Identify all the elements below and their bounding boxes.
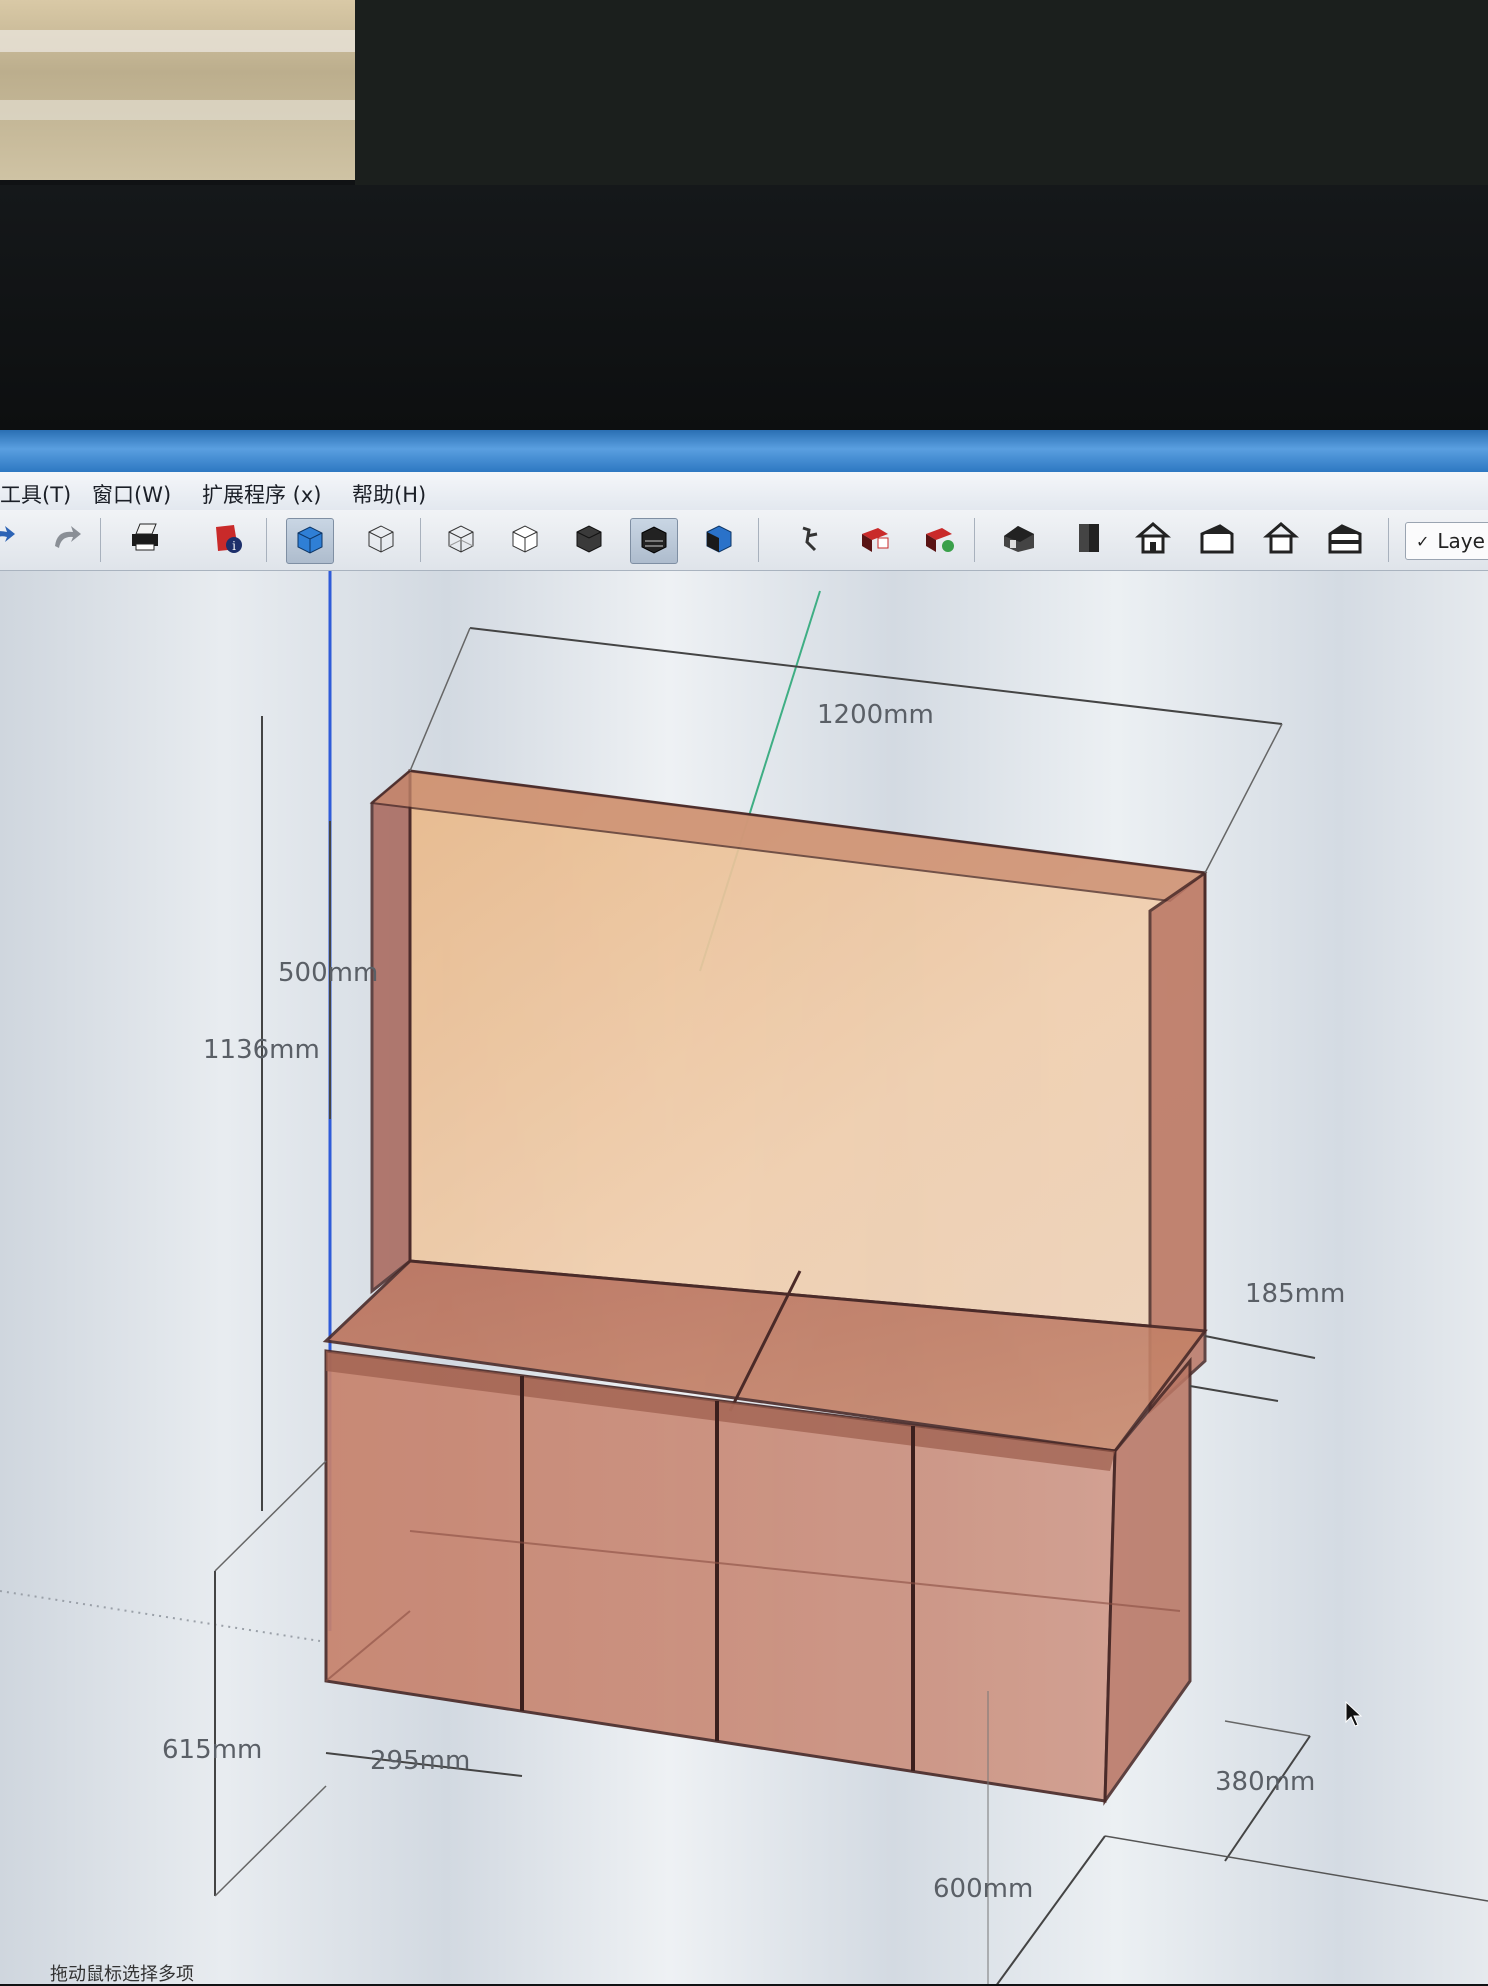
back-edges-style-button[interactable] bbox=[358, 518, 404, 562]
dimension-label-bottom-depth: 380mm bbox=[1215, 1767, 1315, 1797]
toolbar-separator bbox=[100, 518, 101, 562]
extension-line bbox=[1104, 1835, 1488, 1902]
top-view-button[interactable] bbox=[1066, 518, 1112, 562]
hidden-line-style-icon bbox=[507, 520, 543, 560]
menu-tools[interactable]: 工具(T) bbox=[0, 479, 71, 509]
menu-window[interactable]: 窗口(W) bbox=[92, 479, 171, 509]
wireframe-style-icon bbox=[443, 520, 479, 560]
left-view-button[interactable] bbox=[1322, 518, 1368, 562]
menu-help[interactable]: 帮助(H) bbox=[352, 479, 426, 509]
ceiling-light bbox=[0, 30, 355, 52]
right-view-icon bbox=[1198, 520, 1236, 560]
redo-button[interactable] bbox=[0, 518, 24, 562]
print-button[interactable] bbox=[122, 518, 168, 562]
print-icon bbox=[126, 520, 164, 560]
dimension-label-top-depth: 185mm bbox=[1245, 1279, 1345, 1309]
right-view-button[interactable] bbox=[1194, 518, 1240, 562]
back-edges-style-icon bbox=[363, 520, 399, 560]
back-view-button[interactable] bbox=[1258, 518, 1304, 562]
hidden-line-style-button[interactable] bbox=[502, 518, 548, 562]
toolbar-separator bbox=[758, 518, 759, 562]
menu-extensions[interactable]: 扩展程序 (x) bbox=[202, 479, 322, 509]
status-text: 拖动鼠标选择多项 bbox=[50, 1964, 194, 1985]
wireframe-style-button[interactable] bbox=[438, 518, 484, 562]
model-info-icon: i bbox=[208, 519, 246, 561]
toolbar-separator bbox=[266, 518, 267, 562]
left-side-panel-upper bbox=[370, 767, 412, 1295]
front-view-icon bbox=[1134, 520, 1172, 560]
extension-line bbox=[1224, 1720, 1311, 1737]
layer-selector[interactable]: ✓ Laye bbox=[1405, 522, 1488, 560]
section-plane-icon bbox=[856, 520, 894, 560]
monitor-back bbox=[355, 0, 1488, 185]
section-plane-button[interactable] bbox=[852, 518, 898, 562]
dimension-label-cell-width: 295mm bbox=[370, 1746, 470, 1776]
shaded-style-button[interactable] bbox=[566, 518, 612, 562]
cabinet-model: 1200mm 500mm 1136mm 185mm 295mm 615mm 38… bbox=[0, 571, 1488, 1984]
layer-label: Laye bbox=[1437, 529, 1485, 553]
shaded-textures-style-button[interactable] bbox=[630, 518, 678, 564]
extension-line bbox=[409, 627, 471, 772]
dimension-label-cabinet-width: 600mm bbox=[933, 1874, 1033, 1904]
title-bar bbox=[0, 430, 1488, 472]
section-display-icon bbox=[920, 520, 958, 560]
toolbar-separator bbox=[420, 518, 421, 562]
menu-bar: 工具(T) 窗口(W) 扩展程序 (x) 帮助(H) bbox=[0, 472, 1488, 511]
walk-icon bbox=[793, 520, 829, 560]
extension-line bbox=[214, 1460, 327, 1572]
dimension-label-backboard: 500mm bbox=[278, 958, 378, 988]
dimension-label-width: 1200mm bbox=[817, 700, 934, 730]
ceiling-light bbox=[0, 100, 355, 120]
left-view-icon bbox=[1326, 520, 1364, 560]
toolbar-separator bbox=[974, 518, 975, 562]
xray-style-button[interactable] bbox=[286, 518, 334, 564]
xray-style-icon bbox=[292, 521, 328, 561]
drawing-area[interactable]: 1200mm 500mm 1136mm 185mm 295mm 615mm 38… bbox=[0, 571, 1488, 1984]
monitor-bezel bbox=[0, 185, 1488, 430]
shaded-textures-style-icon bbox=[636, 521, 672, 561]
top-view-icon bbox=[1071, 520, 1107, 560]
walk-button[interactable] bbox=[788, 518, 834, 562]
dimension-line-bottom-depth bbox=[1224, 1735, 1311, 1862]
front-view-button[interactable] bbox=[1130, 518, 1176, 562]
undo-button[interactable] bbox=[44, 518, 90, 562]
dimension-label-total-height: 1136mm bbox=[203, 1035, 320, 1065]
shaded-style-icon bbox=[571, 520, 607, 560]
iso-view-icon bbox=[1000, 520, 1038, 560]
extension-line bbox=[214, 1785, 327, 1897]
check-icon: ✓ bbox=[1416, 531, 1430, 551]
section-display-button[interactable] bbox=[916, 518, 962, 562]
redo-icon bbox=[0, 520, 19, 560]
toolbar-separator bbox=[1388, 518, 1389, 562]
model-info-button[interactable]: i bbox=[204, 518, 250, 562]
sketchup-window: 工具(T) 窗口(W) 扩展程序 (x) 帮助(H) i ✓ Laye 1200… bbox=[0, 430, 1488, 1985]
back-view-icon bbox=[1262, 520, 1300, 560]
dimension-line-top-depth bbox=[1204, 1335, 1316, 1359]
extension-line bbox=[1204, 723, 1283, 874]
svg-text:i: i bbox=[232, 539, 236, 553]
red-axis-dotted-line bbox=[0, 1590, 321, 1642]
iso-view-button[interactable] bbox=[996, 518, 1042, 562]
background-office-view bbox=[0, 0, 355, 180]
undo-icon bbox=[49, 520, 85, 560]
toolbar: i ✓ Laye bbox=[0, 510, 1488, 571]
monochrome-style-button[interactable] bbox=[696, 518, 742, 562]
pointer-arrow-icon bbox=[1345, 1700, 1363, 1727]
monochrome-style-icon bbox=[701, 520, 737, 560]
dimension-line-top-depth-2 bbox=[1189, 1385, 1279, 1402]
dimension-label-base-height: 615mm bbox=[162, 1735, 262, 1765]
status-bar: 拖动鼠标选择多项 bbox=[0, 1960, 1488, 1985]
